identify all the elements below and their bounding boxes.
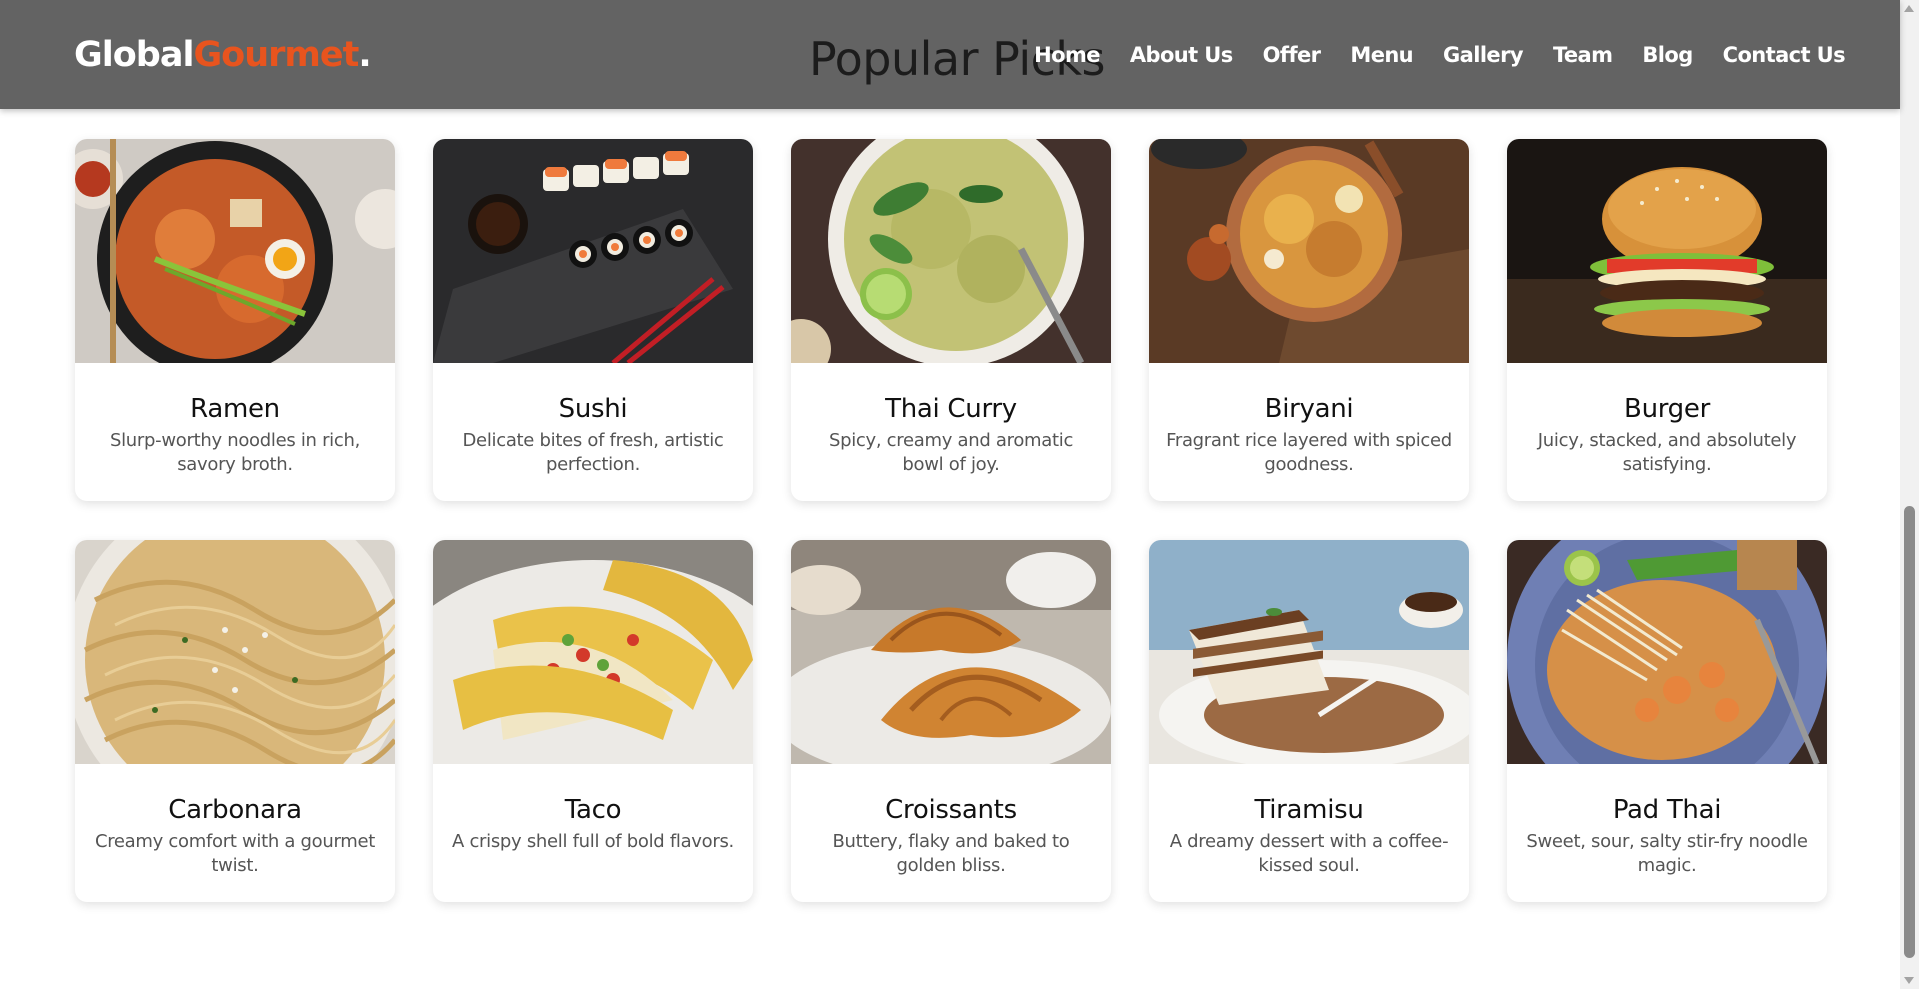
page-scrollbar[interactable] [1900, 0, 1919, 989]
dish-card-burger[interactable]: Burger Juicy, stacked, and absolutely sa… [1507, 139, 1827, 501]
thai-curry-image [791, 139, 1111, 363]
brand-logo[interactable]: GlobalGourmet. [74, 34, 372, 76]
navbar: GlobalGourmet. Popular Picks Home About … [0, 0, 1900, 109]
dish-card-carbonara[interactable]: Carbonara Creamy comfort with a gourmet … [75, 540, 395, 902]
dish-description: Sweet, sour, salty stir-fry noodle magic… [1526, 831, 1808, 876]
brand-name-accent: Gourmet [193, 35, 359, 75]
dish-grid: Ramen Slurp-worthy noodles in rich, savo… [75, 139, 1827, 902]
dish-description: Slurp-worthy noodles in rich, savory bro… [109, 430, 361, 475]
dish-title: Croissants [885, 795, 1017, 825]
dish-description: Buttery, flaky and baked to golden bliss… [832, 831, 1070, 876]
scroll-up-arrow-icon[interactable] [1904, 5, 1914, 12]
dish-card-taco[interactable]: Taco A crispy shell full of bold flavors… [433, 540, 753, 902]
ramen-image [75, 139, 395, 363]
dish-description: A crispy shell full of bold flavors. [452, 831, 734, 852]
brand-name-dot: . [358, 35, 371, 75]
scrollbar-thumb[interactable] [1904, 506, 1915, 958]
dish-card-thai-curry[interactable]: Thai Curry Spicy, creamy and aromatic bo… [791, 139, 1111, 501]
dish-description: Creamy comfort with a gourmet twist. [94, 831, 376, 876]
dish-title: Sushi [558, 394, 628, 424]
dish-title: Biryani [1264, 394, 1354, 424]
nav-link-home[interactable]: Home [1034, 42, 1100, 68]
tiramisu-image [1149, 540, 1469, 764]
nav-link-menu[interactable]: Menu [1350, 42, 1413, 68]
dish-title: Carbonara [168, 795, 302, 825]
dish-title: Pad Thai [1612, 795, 1722, 825]
taco-image [433, 540, 753, 764]
dish-title: Thai Curry [885, 394, 1017, 424]
biryani-image [1149, 139, 1469, 363]
dish-card-biryani[interactable]: Biryani Fragrant rice layered with spice… [1149, 139, 1469, 501]
nav-link-contact-us[interactable]: Contact Us [1723, 42, 1846, 68]
carbonara-image [75, 540, 395, 764]
dish-title: Ramen [190, 394, 280, 424]
pad-thai-image [1507, 540, 1827, 764]
dish-card-croissants[interactable]: Croissants Buttery, flaky and baked to g… [791, 540, 1111, 902]
dish-description: Juicy, stacked, and absolutely satisfyin… [1537, 430, 1797, 475]
dish-title: Taco [564, 795, 622, 825]
dish-title: Burger [1624, 394, 1710, 424]
nav-link-blog[interactable]: Blog [1642, 42, 1693, 68]
dish-description: Delicate bites of fresh, artistic perfec… [462, 430, 724, 475]
brand-name-main: Global [74, 35, 194, 75]
nav-menu: Home About Us Offer Menu Gallery Team Bl… [1004, 42, 1845, 68]
burger-image [1507, 139, 1827, 363]
dish-description: Fragrant rice layered with spiced goodne… [1166, 430, 1452, 475]
dish-description: Spicy, creamy and aromatic bowl of joy. [828, 430, 1074, 475]
nav-link-about-us[interactable]: About Us [1130, 42, 1233, 68]
dish-description: A dreamy dessert with a coffee-kissed so… [1169, 831, 1449, 876]
nav-link-gallery[interactable]: Gallery [1443, 42, 1524, 68]
nav-link-team[interactable]: Team [1553, 42, 1613, 68]
nav-link-offer[interactable]: Offer [1263, 42, 1321, 68]
croissants-image [791, 540, 1111, 764]
dish-card-sushi[interactable]: Sushi Delicate bites of fresh, artistic … [433, 139, 753, 501]
dish-card-pad-thai[interactable]: Pad Thai Sweet, sour, salty stir-fry noo… [1507, 540, 1827, 902]
dish-card-tiramisu[interactable]: Tiramisu A dreamy dessert with a coffee-… [1149, 540, 1469, 902]
sushi-image [433, 139, 753, 363]
scroll-down-arrow-icon[interactable] [1904, 977, 1914, 984]
dish-title: Tiramisu [1254, 795, 1364, 825]
dish-card-ramen[interactable]: Ramen Slurp-worthy noodles in rich, savo… [75, 139, 395, 501]
